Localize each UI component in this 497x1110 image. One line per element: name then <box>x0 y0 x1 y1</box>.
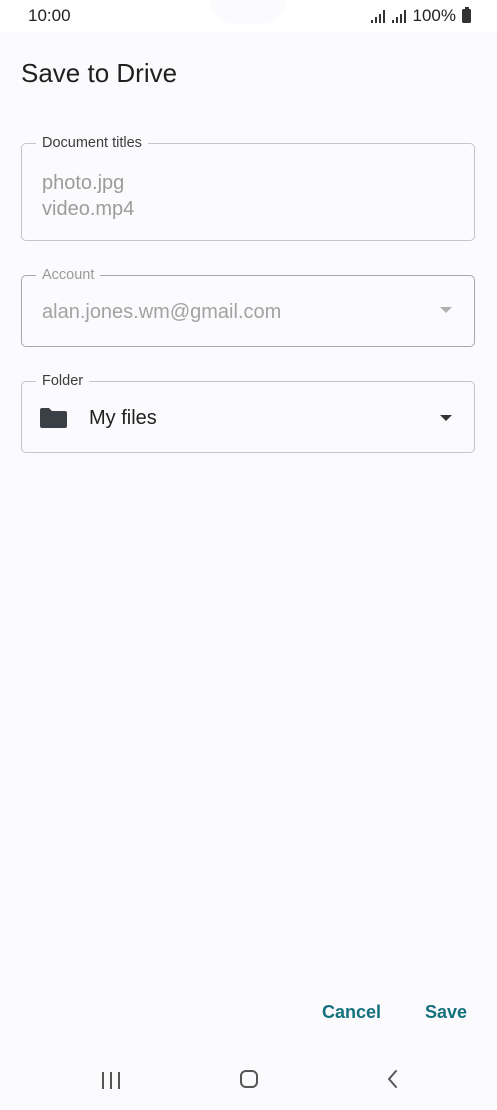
save-button[interactable]: Save <box>425 1002 467 1023</box>
camera-notch <box>210 0 286 24</box>
status-time: 10:00 <box>28 6 71 25</box>
document-titles-label: Document titles <box>36 134 148 152</box>
page-title: Save to Drive <box>21 58 178 88</box>
chevron-down-icon <box>440 415 452 421</box>
recent-apps-icon[interactable] <box>102 1072 120 1089</box>
status-bar: 10:00 100% <box>0 0 497 32</box>
account-value: alan.jones.wm@gmail.com <box>42 301 282 323</box>
document-titles-field: Document titles photo.jpg video.mp4 <box>21 134 475 241</box>
folder-value: My files <box>89 407 157 429</box>
account-dropdown[interactable]: Account alan.jones.wm@gmail.com <box>21 266 475 347</box>
signal-icon-2 <box>391 9 406 23</box>
back-icon[interactable] <box>383 1068 405 1090</box>
document-title-item: video.mp4 <box>42 198 135 220</box>
cancel-button[interactable]: Cancel <box>322 1002 381 1023</box>
folder-icon <box>40 408 67 428</box>
document-title-item: photo.jpg <box>42 172 125 194</box>
status-icons: 100% <box>370 6 471 26</box>
battery-icon <box>462 7 471 23</box>
folder-dropdown[interactable]: Folder My files <box>21 372 475 453</box>
folder-label: Folder <box>36 372 90 390</box>
home-icon[interactable] <box>240 1070 258 1088</box>
document-titles-values: photo.jpg video.mp4 <box>42 170 134 222</box>
battery-percent: 100% <box>412 6 456 25</box>
signal-icon <box>370 9 385 23</box>
account-label: Account <box>36 266 101 284</box>
navigation-bar <box>0 1044 497 1110</box>
chevron-down-icon <box>440 307 452 313</box>
